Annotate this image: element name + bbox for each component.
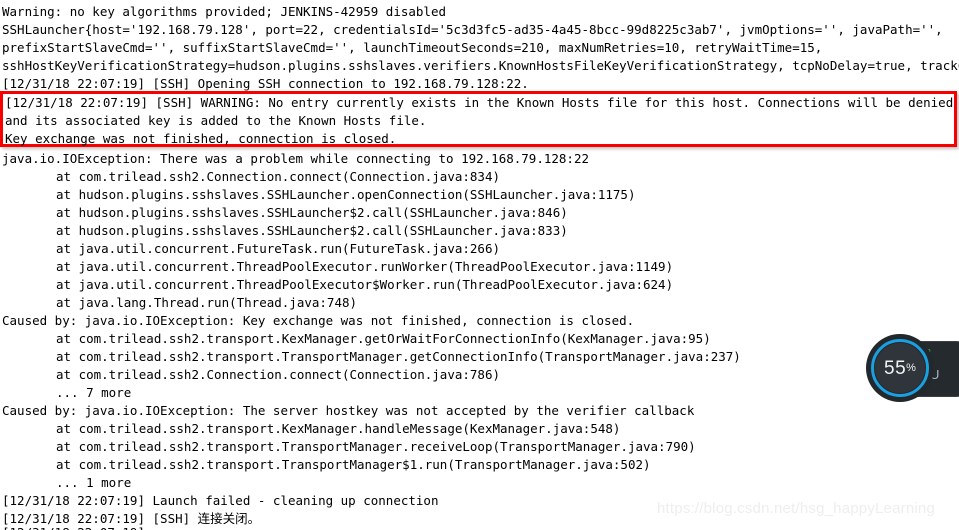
log-line-header-1: SSHLauncher{host='192.168.79.128', port=…	[2, 22, 943, 37]
log-line-trace-11: at com.trilead.ssh2.transport.TransportM…	[56, 349, 741, 364]
cpu-gauge-center: 55%	[875, 343, 925, 393]
console-output-pane[interactable]: Warning: no key algorithms provided; JEN…	[0, 0, 959, 530]
log-line-trace-15: at com.trilead.ssh2.transport.KexManager…	[56, 421, 621, 436]
log-line-trace-14: Caused by: java.io.IOException: The serv…	[2, 403, 695, 418]
log-line-trace-4: at hudson.plugins.sshslaves.SSHLauncher$…	[56, 223, 568, 238]
log-header-block: Warning: no key algorithms provided; JEN…	[0, 0, 959, 93]
log-line-warning-2: Key exchange was not finished, connectio…	[5, 131, 397, 146]
partial-bottom-log-line: [12/31/18 22:07:19]	[2, 524, 145, 530]
log-line-trace-10: at com.trilead.ssh2.transport.KexManager…	[56, 331, 711, 346]
stack-trace-block: java.io.IOException: There was a problem…	[0, 150, 959, 528]
log-line-header-2: prefixStartSlaveCmd='', suffixStartSlave…	[2, 40, 823, 55]
log-line-trace-17: at com.trilead.ssh2.transport.TransportM…	[56, 457, 651, 472]
log-line-trace-9: Caused by: java.io.IOException: Key exch…	[2, 313, 635, 328]
cpu-usage-gauge[interactable]: 55%	[866, 334, 934, 402]
log-line-trace-2: at hudson.plugins.sshslaves.SSHLauncher.…	[56, 187, 636, 202]
log-line-trace-3: at hudson.plugins.sshslaves.SSHLauncher$…	[56, 205, 568, 220]
log-line-trace-13: ... 7 more	[56, 385, 132, 400]
log-line-trace-18: ... 1 more	[56, 475, 132, 490]
log-line-trace-12: at com.trilead.ssh2.Connection.connect(C…	[56, 367, 501, 382]
log-line-trace-7: at java.util.concurrent.ThreadPoolExecut…	[56, 277, 674, 292]
watermark-text: https://blog.csdn.net/hsg_happyLearning	[657, 500, 935, 517]
log-line-trace-1: at com.trilead.ssh2.Connection.connect(C…	[56, 169, 501, 184]
log-line-trace-5: at java.util.concurrent.FutureTask.run(F…	[56, 241, 501, 256]
cpu-usage-value: 55	[884, 357, 907, 379]
hardware-monitor-widget[interactable]: 26° CPU 55%	[866, 334, 959, 402]
log-line-header-3: sshHostKeyVerificationStrategy=hudson.pl…	[2, 58, 959, 73]
log-line-warning-0: [12/31/18 22:07:19] [SSH] WARNING: No en…	[5, 95, 954, 110]
cpu-usage-unit: %	[906, 362, 916, 374]
log-line-trace-0: java.io.IOException: There was a problem…	[2, 151, 589, 166]
log-line-warning-1: and its associated key is added to the K…	[5, 113, 427, 128]
log-line-trace-16: at com.trilead.ssh2.transport.TransportM…	[56, 439, 696, 454]
ssh-warning-highlight-box: [12/31/18 22:07:19] [SSH] WARNING: No en…	[0, 91, 957, 147]
log-line-header-0: Warning: no key algorithms provided; JEN…	[2, 4, 447, 19]
log-line-trace-8: at java.lang.Thread.run(Thread.java:748)	[56, 295, 358, 310]
log-line-trace-6: at java.util.concurrent.ThreadPoolExecut…	[56, 259, 674, 274]
